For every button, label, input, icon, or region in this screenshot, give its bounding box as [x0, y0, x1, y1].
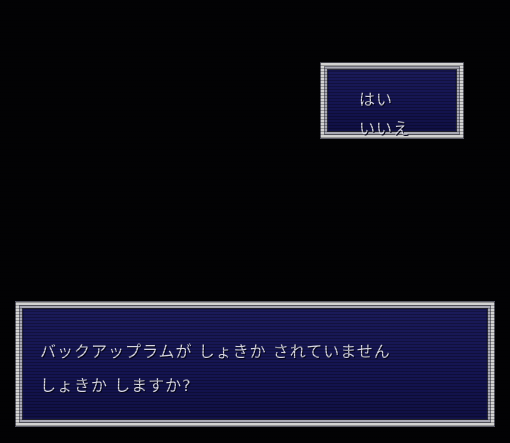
message-line-2: しょきか しますか? [40, 376, 192, 395]
message-window: バックアップラムが しょきか されていません しょきか しますか? [16, 302, 494, 426]
choice-no-option[interactable]: いいえ [359, 115, 410, 139]
choice-yes-option[interactable]: はい [359, 86, 393, 110]
game-screen: はい いいえ バックアップラムが しょきか されていません しょきか しますか? [0, 0, 510, 443]
choice-window: はい いいえ [321, 63, 463, 138]
message-window-inner: バックアップラムが しょきか されていません しょきか しますか? [24, 310, 486, 418]
message-line-1: バックアップラムが しょきか されていません [40, 342, 391, 361]
choice-window-inner: はい いいえ [329, 71, 455, 138]
